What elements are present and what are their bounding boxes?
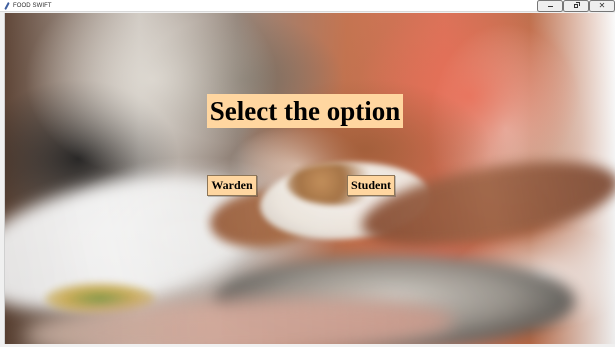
page-heading: Select the option <box>207 94 403 128</box>
main-content: Select the option Warden Student <box>4 13 615 344</box>
feather-icon <box>4 2 10 10</box>
application-window: FOOD SWIFT ✕ Select the option Warden St… <box>0 0 615 347</box>
window-title: FOOD SWIFT <box>13 2 52 9</box>
maximize-icon <box>574 2 580 8</box>
minimize-icon <box>547 5 553 7</box>
window-controls: ✕ <box>537 0 615 12</box>
minimize-button[interactable] <box>537 0 563 12</box>
background-food-sharing-photo <box>5 13 615 344</box>
close-icon: ✕ <box>598 1 606 10</box>
close-button[interactable]: ✕ <box>589 0 615 12</box>
maximize-button[interactable] <box>563 0 589 12</box>
photo-overlay <box>5 13 615 344</box>
warden-button[interactable]: Warden <box>207 175 257 196</box>
student-button[interactable]: Student <box>347 175 395 196</box>
title-bar: FOOD SWIFT ✕ <box>0 0 615 12</box>
